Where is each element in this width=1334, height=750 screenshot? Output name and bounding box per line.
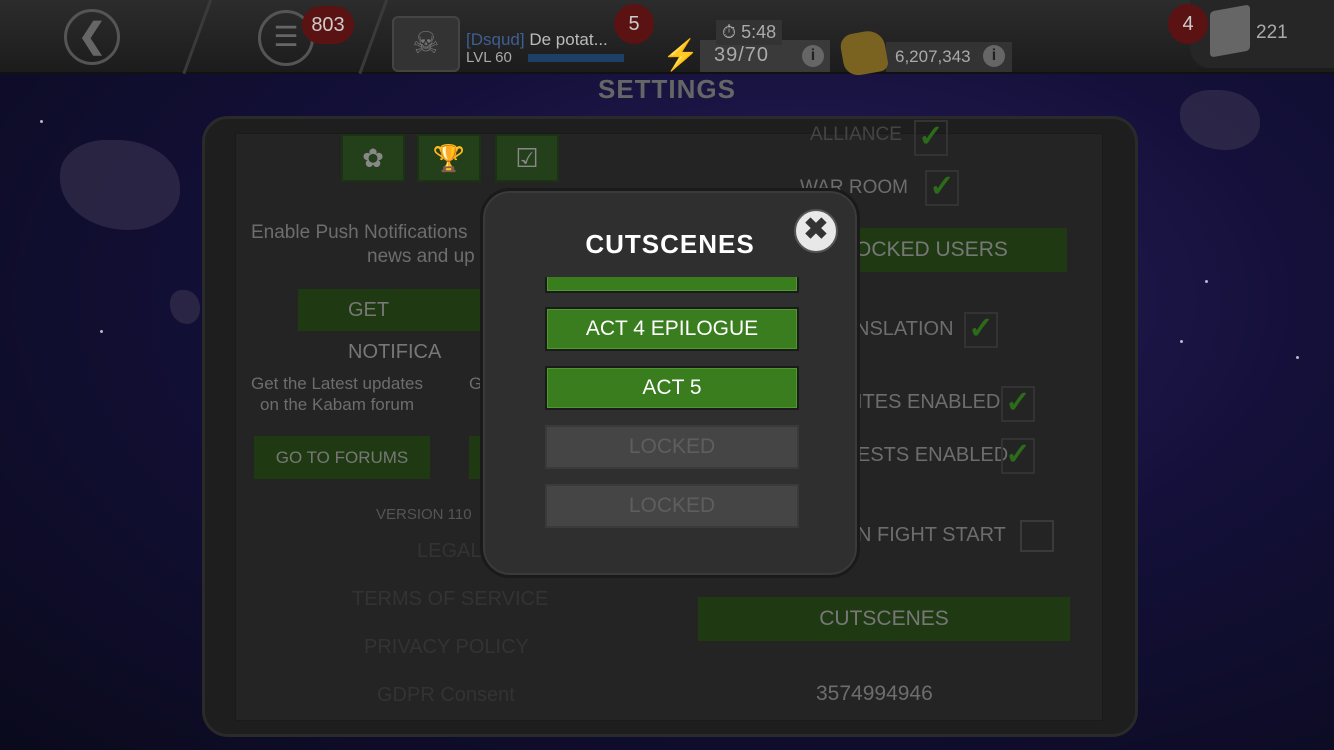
version-label: VERSION 110 (376, 506, 472, 523)
star (100, 330, 103, 333)
alliance-label: ALLIANCE (810, 124, 902, 145)
asteroid (60, 140, 180, 230)
cutscene-item-locked: LOCKED (545, 484, 799, 528)
laurel-tab-icon[interactable]: ✿ (341, 134, 405, 182)
push-notifications-text: news and up (367, 246, 475, 267)
alerts-badge: 5 (614, 4, 654, 44)
go-to-forums-button[interactable]: GO TO FORUMS (254, 436, 430, 479)
requests-enabled-label: ESTS ENABLED (857, 444, 1009, 466)
timer-value: 5:48 (741, 22, 777, 42)
chevron-left-icon: ❮ (77, 17, 107, 55)
cutscenes-button[interactable]: CUTSCENES (698, 597, 1070, 641)
legal-link[interactable]: LEGAL (417, 540, 481, 563)
trophy-tab-icon[interactable]: 🏆 (417, 134, 481, 182)
cutscene-item-act-5[interactable]: ACT 5 (545, 366, 799, 410)
alliance-tag: [Dsqud] (466, 30, 525, 49)
energy-value: 39/70 (714, 44, 770, 66)
push-notifications-text: Enable Push Notifications (251, 222, 468, 243)
player-avatar[interactable]: ☠ (392, 16, 460, 72)
back-button[interactable]: ❮ (64, 9, 120, 65)
translation-checkbox[interactable]: ✓ (964, 312, 998, 348)
crystals-badge: 4 (1168, 4, 1208, 44)
star (1180, 340, 1183, 343)
info-icon[interactable]: i (802, 45, 824, 67)
cutscene-item-act-4-epilogue[interactable]: ACT 4 EPILOGUE (545, 307, 799, 351)
player-id: 3574994946 (816, 682, 933, 705)
cutscenes-modal: CUTSCENES ✖ ACT 4 EPILOGUE ACT 5 LOCKED … (480, 188, 860, 578)
clock-icon: ⏱ (722, 22, 737, 42)
fight-start-label: N FIGHT START (857, 524, 1006, 546)
star (40, 120, 43, 123)
page-title: SETTINGS (597, 74, 736, 104)
player-name-text: De potat... (529, 30, 608, 49)
gold-icon (838, 28, 890, 78)
energy-bolt-icon: ⚡ (662, 39, 700, 72)
units-icon[interactable] (1210, 4, 1250, 58)
xp-bar (528, 54, 624, 62)
asteroid (170, 290, 200, 324)
star (1205, 280, 1208, 283)
cutscene-item-locked: LOCKED (545, 425, 799, 469)
divider (358, 0, 389, 75)
info-icon[interactable]: i (983, 45, 1005, 67)
player-name[interactable]: [Dsqud] De potat... (466, 30, 608, 50)
energy-timer: ⏱ 5:48 (716, 20, 783, 45)
top-bar: ❮ ☰ 803 ☠ [Dsqud] De potat... LVL 60 5 ⚡… (0, 0, 1334, 78)
units-value: 221 (1256, 22, 1288, 43)
forum-text: Get the Latest updates (251, 374, 424, 393)
notifications-badge: 803 (302, 6, 354, 44)
menu-icon: ☰ (273, 21, 299, 52)
divider (182, 0, 213, 75)
requests-checkbox[interactable]: ✓ (1001, 438, 1035, 474)
invites-enabled-label: ITES ENABLED (857, 391, 1001, 413)
star (1296, 356, 1299, 359)
war-room-checkbox[interactable]: ✓ (925, 170, 959, 206)
gold-value: 6,207,343 (895, 47, 971, 66)
privacy-policy-link[interactable]: PRIVACY POLICY (364, 636, 529, 659)
player-level: LVL 60 (466, 49, 512, 66)
close-button[interactable]: ✖ (794, 209, 838, 253)
close-icon: ✖ (803, 213, 829, 246)
cutscene-item[interactable] (545, 277, 799, 293)
translation-label: NSLATION (855, 318, 954, 340)
checklist-tab-icon[interactable]: ☑ (495, 134, 559, 182)
terms-of-service-link[interactable]: TERMS OF SERVICE (352, 588, 548, 611)
champion-portrait-icon: ☠ (412, 27, 440, 60)
alliance-checkbox[interactable]: ✓ (914, 120, 948, 156)
gdpr-consent-link[interactable]: GDPR Consent (377, 684, 515, 707)
forum-text: on the Kabam forum (260, 395, 415, 414)
cutscene-list[interactable]: ACT 4 EPILOGUE ACT 5 LOCKED LOCKED (543, 277, 801, 529)
get-notifications-button[interactable]: GET NOTIFICA (298, 289, 480, 363)
blocked-users-button[interactable]: OCKED USERS (855, 228, 1067, 272)
invites-checkbox[interactable]: ✓ (1001, 386, 1035, 422)
fight-start-checkbox[interactable] (1020, 520, 1054, 552)
